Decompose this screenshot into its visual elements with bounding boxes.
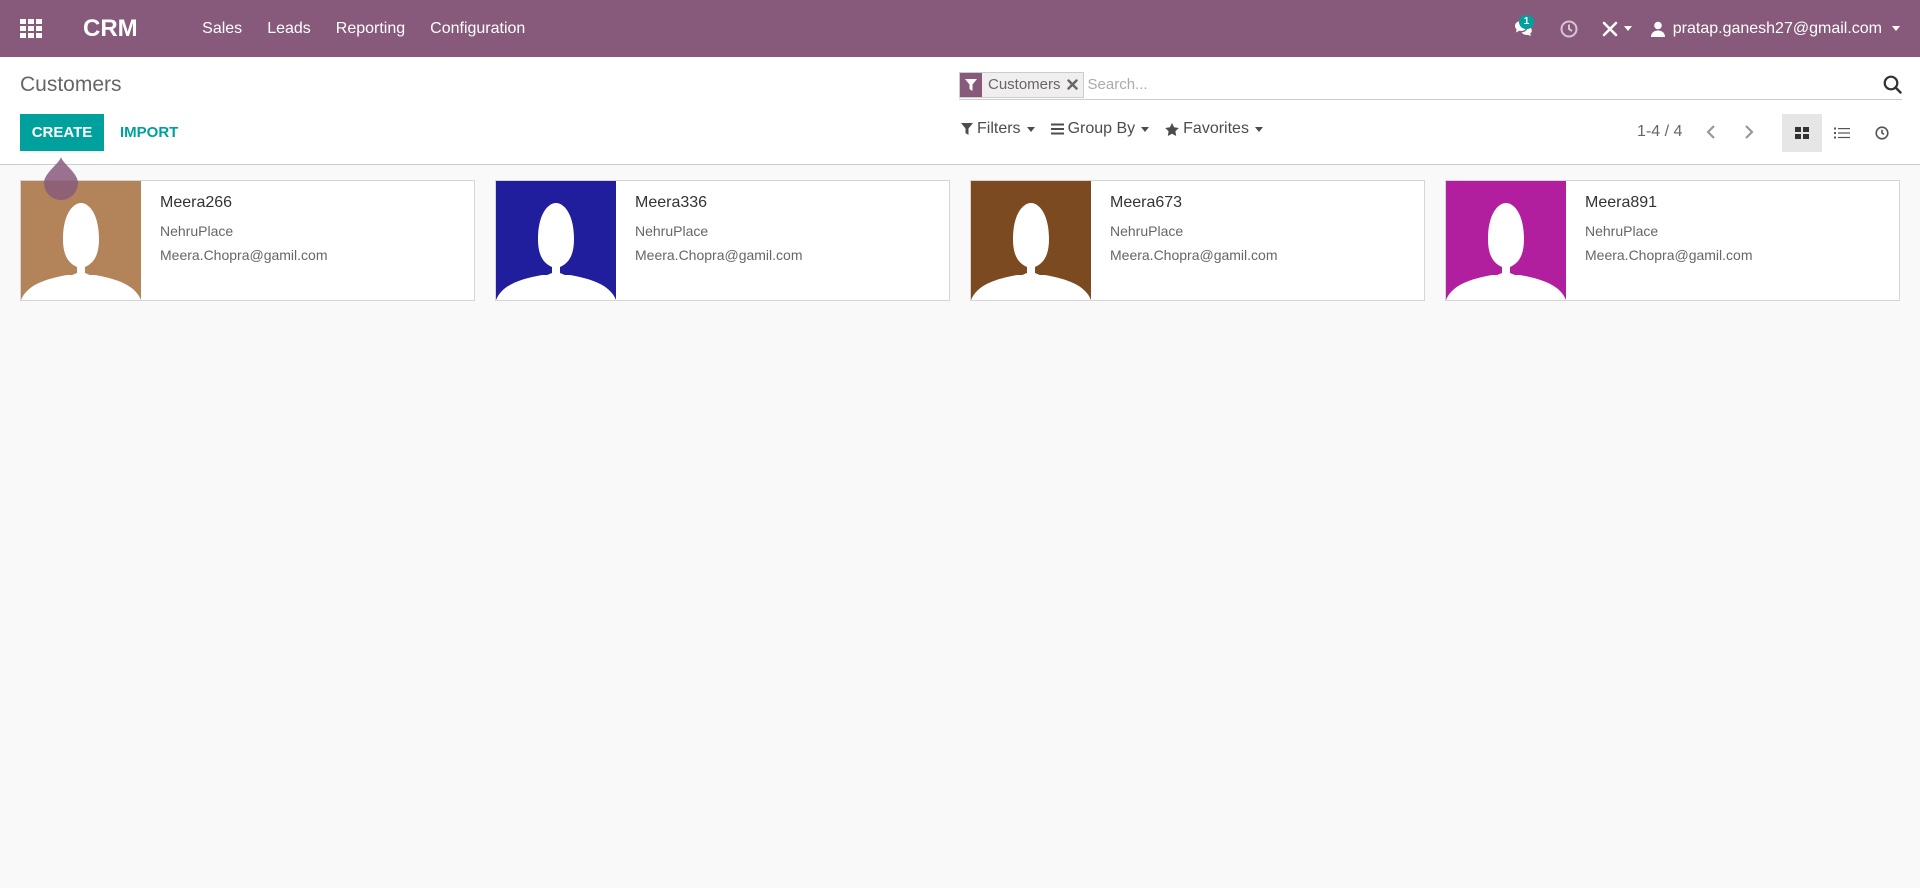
chevron-left-icon xyxy=(1706,125,1716,139)
customer-street: NehruPlace xyxy=(1585,223,1659,239)
chevron-down-icon xyxy=(1623,26,1632,31)
activity-view-button[interactable] xyxy=(1862,114,1902,152)
messages-count-badge: 1 xyxy=(1518,15,1535,29)
navbar-systray: 1 pratap.ganesh27@gmail.com xyxy=(1501,0,1920,57)
chevron-down-icon xyxy=(1141,126,1150,132)
debug-menu-button[interactable] xyxy=(1591,0,1643,57)
customer-email: Meera.Chopra@gamil.com xyxy=(635,247,803,263)
kanban-icon xyxy=(1795,127,1809,139)
clock-icon xyxy=(1875,126,1889,140)
customer-email: Meera.Chopra@gamil.com xyxy=(160,247,328,263)
menu-item-leads[interactable]: Leads xyxy=(255,0,324,57)
menu-item-sales[interactable]: Sales xyxy=(190,0,255,57)
messaging-button[interactable]: 1 xyxy=(1501,0,1547,57)
search-bar: Customers xyxy=(959,70,1902,100)
customer-name: Meera336 xyxy=(635,194,708,211)
search-icon xyxy=(1883,75,1902,94)
pager-value[interactable]: 1-4 / 4 xyxy=(1637,123,1682,141)
activities-button[interactable] xyxy=(1547,0,1591,57)
tools-icon xyxy=(1602,21,1618,36)
customer-card[interactable]: Meera891 NehruPlace Meera.Chopra@gamil.c… xyxy=(1445,180,1900,301)
chevron-right-icon xyxy=(1745,125,1754,139)
apps-menu-button[interactable] xyxy=(0,0,62,57)
create-button[interactable]: CREATE xyxy=(20,114,104,151)
filter-icon xyxy=(960,72,982,97)
chevron-down-icon xyxy=(1892,26,1900,31)
customer-street: NehruPlace xyxy=(1110,223,1184,239)
customer-email: Meera.Chopra@gamil.com xyxy=(1110,247,1278,263)
clock-icon xyxy=(1560,20,1578,37)
list-view-button[interactable] xyxy=(1822,114,1862,152)
control-panel: Customers CREATE IMPORT Customers Filter… xyxy=(0,57,1920,165)
groupby-label: Group By xyxy=(1067,120,1136,137)
customer-card[interactable]: Meera336 NehruPlace Meera.Chopra@gamil.c… xyxy=(495,180,950,301)
view-switcher xyxy=(1782,114,1902,152)
filters-dropdown[interactable]: Filters xyxy=(961,120,1035,138)
customer-name: Meera891 xyxy=(1585,194,1658,211)
avatar xyxy=(1446,181,1566,300)
page-title: Customers xyxy=(20,73,122,96)
menu-item-configuration[interactable]: Configuration xyxy=(418,0,538,57)
kanban-view-button[interactable] xyxy=(1782,114,1822,152)
pager-next-button[interactable] xyxy=(1732,120,1766,144)
pager: 1-4 / 4 xyxy=(1637,120,1766,144)
main-menu: Sales Leads Reporting Configuration xyxy=(190,0,538,57)
user-icon xyxy=(1650,21,1665,37)
avatar xyxy=(496,181,616,300)
favorites-dropdown[interactable]: Favorites xyxy=(1165,120,1263,138)
chevron-down-icon xyxy=(1026,126,1035,132)
groupby-dropdown[interactable]: Group By xyxy=(1050,120,1150,138)
avatar xyxy=(971,181,1091,300)
customer-name: Meera266 xyxy=(160,194,233,211)
customer-name: Meera673 xyxy=(1110,194,1183,211)
search-button[interactable] xyxy=(1872,70,1902,100)
kanban-view: Meera266 NehruPlace Meera.Chopra@gamil.c… xyxy=(20,180,1900,301)
top-navbar: CRM Sales Leads Reporting Configuration … xyxy=(0,0,1920,57)
pager-previous-button[interactable] xyxy=(1694,120,1728,144)
customer-card[interactable]: Meera673 NehruPlace Meera.Chopra@gamil.c… xyxy=(970,180,1425,301)
star-icon xyxy=(1165,122,1179,136)
user-name: pratap.ganesh27@gmail.com xyxy=(1672,19,1882,37)
customer-email: Meera.Chopra@gamil.com xyxy=(1585,247,1753,263)
filters-label: Filters xyxy=(977,120,1021,137)
user-menu-button[interactable]: pratap.ganesh27@gmail.com xyxy=(1643,0,1920,57)
facet-remove-icon[interactable] xyxy=(1066,73,1083,97)
list-icon xyxy=(1834,127,1850,139)
search-input[interactable] xyxy=(1083,76,1872,93)
apps-grid-icon xyxy=(20,19,42,38)
search-options: Filters Group By Favorites xyxy=(961,120,1279,138)
avatar xyxy=(21,181,141,300)
search-facet: Customers xyxy=(959,71,1084,98)
app-brand[interactable]: CRM xyxy=(83,15,138,43)
customer-street: NehruPlace xyxy=(160,223,234,239)
facet-label: Customers xyxy=(988,76,1061,93)
favorites-label: Favorites xyxy=(1183,120,1249,137)
bars-icon xyxy=(1050,123,1064,135)
menu-item-reporting[interactable]: Reporting xyxy=(323,0,417,57)
filter-icon xyxy=(961,123,973,135)
customer-street: NehruPlace xyxy=(635,223,709,239)
customer-card[interactable]: Meera266 NehruPlace Meera.Chopra@gamil.c… xyxy=(20,180,475,301)
chevron-down-icon xyxy=(1254,126,1263,132)
tip-drop-icon[interactable] xyxy=(43,156,79,200)
import-button[interactable]: IMPORT xyxy=(110,114,188,151)
